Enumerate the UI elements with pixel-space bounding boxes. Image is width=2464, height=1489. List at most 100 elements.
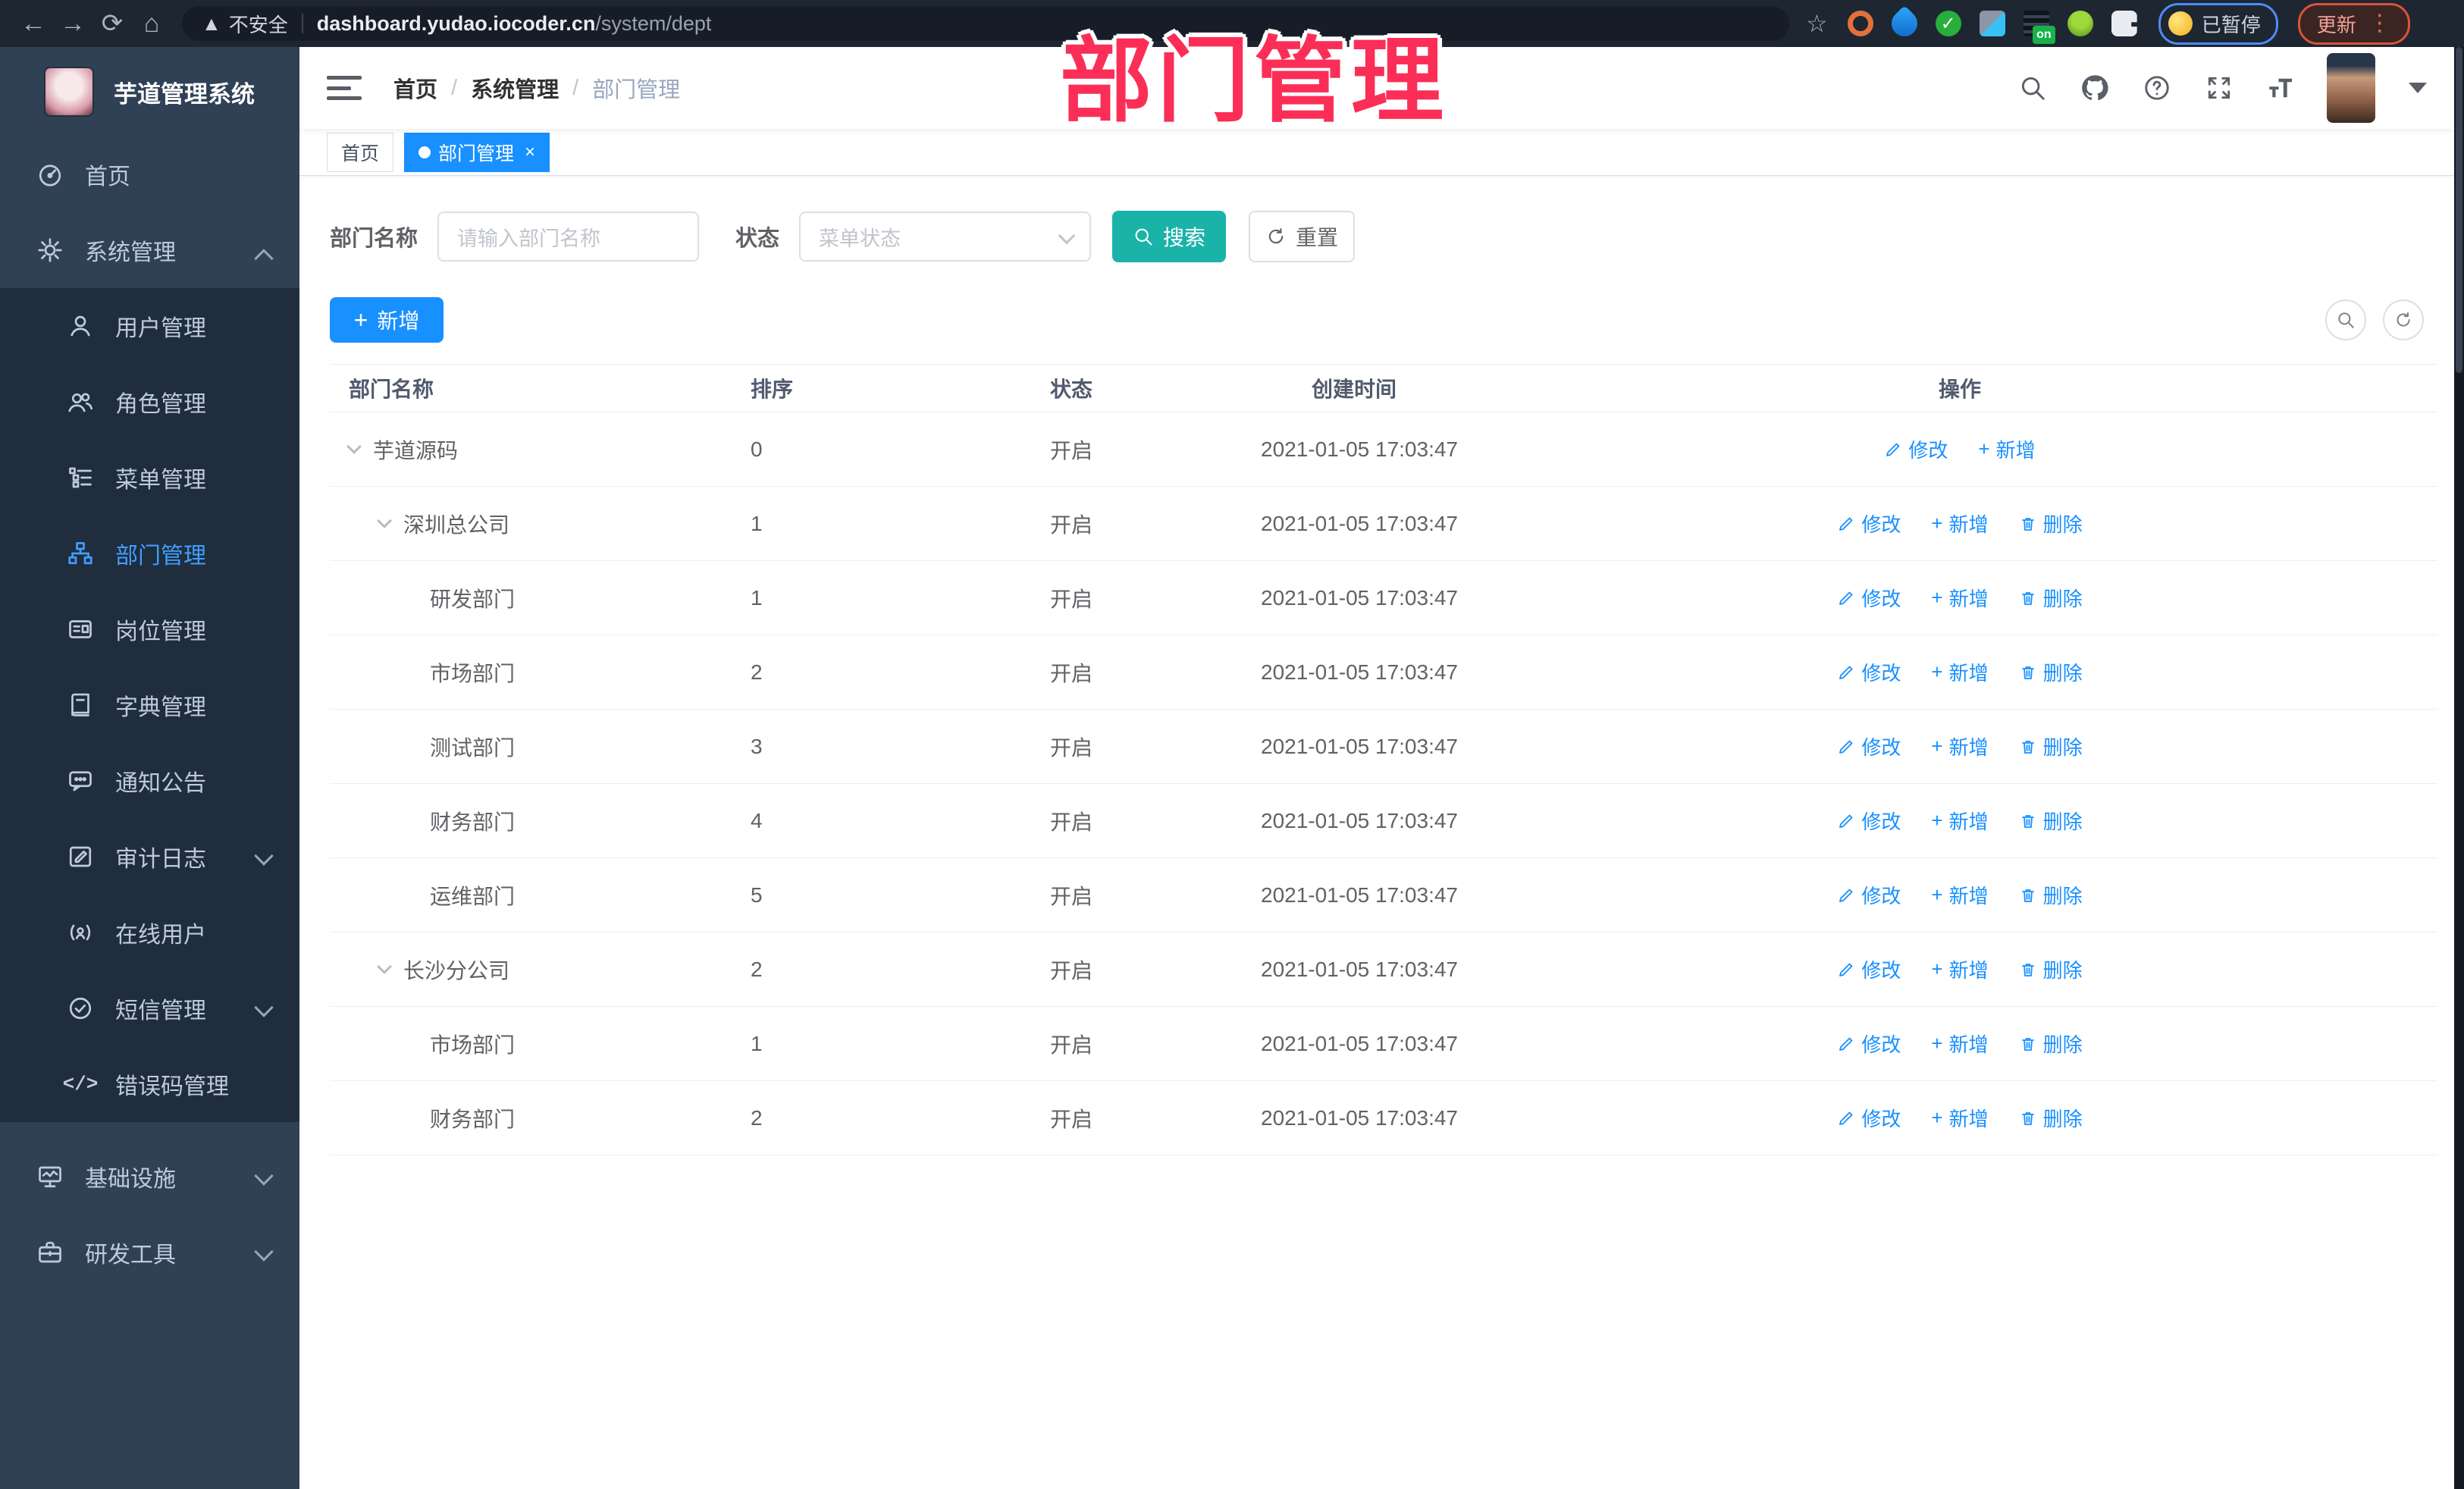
delete-link[interactable]: 删除 [2019, 1104, 2083, 1132]
search-icon[interactable] [2016, 71, 2049, 105]
expand-arrow-icon[interactable] [346, 438, 362, 454]
delete-link[interactable]: 删除 [2019, 881, 2083, 909]
bookmark-star-icon[interactable]: ☆ [1806, 9, 1828, 38]
breadcrumb-home[interactable]: 首页 [393, 72, 437, 104]
delete-link[interactable]: 删除 [2019, 732, 2083, 760]
dashboard-icon [35, 159, 65, 190]
extensions-puzzle-icon[interactable] [2111, 11, 2137, 36]
delete-link[interactable]: 删除 [2019, 658, 2083, 686]
scrollbar-thumb[interactable] [2456, 47, 2462, 373]
edit-link[interactable]: 修改 [1837, 584, 1901, 612]
browser-update-button[interactable]: 更新 ⋮ [2297, 2, 2410, 45]
browser-scrollbar[interactable] [2454, 47, 2464, 1489]
sidebar-collapse-icon[interactable] [327, 73, 362, 103]
user-menu-caret-icon[interactable] [2409, 83, 2427, 93]
extension-check-icon[interactable]: ✓ [1935, 11, 1961, 36]
edit-link[interactable]: 修改 [1837, 732, 1901, 760]
browser-forward-button[interactable]: → [53, 6, 92, 41]
annotation-title: 部门管理 [1060, 30, 1448, 133]
add-link[interactable]: + 新增 [1931, 881, 1988, 909]
extension-drop-icon[interactable] [1886, 5, 1923, 42]
edit-link[interactable]: 修改 [1837, 1104, 1901, 1132]
sidebar-item-role-management[interactable]: 角色管理 [0, 364, 299, 440]
dept-status: 开启 [1050, 735, 1093, 760]
sidebar-item-audit-log[interactable]: 审计日志 [0, 819, 299, 895]
delete-link[interactable]: 删除 [2019, 1030, 2083, 1058]
refresh-button[interactable] [2383, 299, 2424, 340]
address-bar[interactable]: ▲ 不安全 dashboard.yudao.iocoder.cn/system/d… [182, 6, 1789, 41]
github-icon[interactable] [2078, 71, 2111, 105]
sidebar-item-error-code[interactable]: </> 错误码管理 [0, 1046, 299, 1122]
breadcrumb-system[interactable]: 系统管理 [471, 72, 559, 104]
sidebar-item-home[interactable]: 首页 [0, 136, 299, 212]
expand-arrow-icon[interactable] [377, 958, 392, 974]
edit-link[interactable]: 修改 [1837, 881, 1901, 909]
delete-link[interactable]: 删除 [2019, 807, 2083, 835]
add-link[interactable]: + 新增 [1931, 509, 1988, 538]
sidebar-item-dict-management[interactable]: 字典管理 [0, 667, 299, 743]
extension-ring-icon[interactable] [1847, 11, 1873, 36]
sidebar-item-dev-tools[interactable]: 研发工具 [0, 1215, 299, 1290]
url-path: /system/dept [595, 11, 712, 35]
browser-home-button[interactable]: ⌂ [132, 6, 171, 41]
edit-link[interactable]: 修改 [1837, 658, 1901, 686]
toggle-search-button[interactable] [2325, 299, 2366, 340]
add-link[interactable]: + 新增 [1931, 658, 1988, 686]
tag-dept-management[interactable]: 部门管理 × [404, 132, 550, 172]
security-badge[interactable]: ▲ 不安全 [202, 10, 288, 38]
sidebar-item-dept-management[interactable]: 部门管理 [0, 516, 299, 591]
app-logo-row[interactable]: 芋道管理系统 [0, 47, 299, 136]
plus-icon: + [1931, 809, 1943, 832]
add-link[interactable]: + 新增 [1931, 807, 1988, 835]
dept-name-input[interactable]: 请输入部门名称 [437, 212, 700, 262]
sidebar-item-system-management[interactable]: 系统管理 [0, 212, 299, 288]
sidebar-item-notice[interactable]: 通知公告 [0, 743, 299, 819]
edit-link[interactable]: 修改 [1884, 435, 1948, 463]
fullscreen-icon[interactable] [2202, 71, 2236, 105]
edit-link[interactable]: 修改 [1837, 509, 1901, 538]
font-size-icon[interactable] [2265, 71, 2298, 105]
edit-link[interactable]: 修改 [1837, 955, 1901, 983]
plus-icon: + [1931, 883, 1943, 906]
org-tree-icon [65, 538, 96, 569]
tag-home[interactable]: 首页 [327, 132, 394, 172]
sidebar-item-post-management[interactable]: 岗位管理 [0, 591, 299, 667]
edit-link[interactable]: 修改 [1837, 807, 1901, 835]
dept-sort: 2 [751, 957, 763, 981]
sidebar-item-online-users[interactable]: 在线用户 [0, 895, 299, 970]
paused-badge[interactable]: 已暂停 [2158, 2, 2278, 45]
sidebar-item-sms-management[interactable]: 短信管理 [0, 970, 299, 1046]
sidebar-item-infrastructure[interactable]: 基础设施 [0, 1139, 299, 1215]
reset-button[interactable]: 重置 [1249, 211, 1356, 262]
table-row: 市场部门 2 开启 2021-01-05 17:03:47 修改 + 新增 删除 [330, 635, 2437, 710]
browser-back-button[interactable]: ← [14, 6, 53, 41]
add-link[interactable]: + 新增 [1931, 1104, 1988, 1132]
add-link[interactable]: + 新增 [1931, 732, 1988, 760]
status-select[interactable]: 菜单状态 [799, 212, 1092, 262]
table-row: 研发部门 1 开启 2021-01-05 17:03:47 修改 + 新增 删除 [330, 561, 2437, 635]
extension-grid-icon[interactable] [1979, 11, 2005, 36]
user-icon [65, 311, 96, 341]
sidebar-item-user-management[interactable]: 用户管理 [0, 288, 299, 364]
delete-link[interactable]: 删除 [2019, 584, 2083, 612]
add-button[interactable]: + 新增 [330, 297, 444, 343]
extension-switch-icon[interactable]: on [2023, 11, 2055, 44]
search-button[interactable]: 搜索 [1112, 211, 1227, 262]
help-icon[interactable] [2140, 71, 2174, 105]
extension-plant-icon[interactable] [2067, 11, 2093, 36]
user-avatar[interactable] [2327, 53, 2375, 123]
add-link[interactable]: + 新增 [1931, 584, 1988, 612]
sidebar-item-menu-management[interactable]: 菜单管理 [0, 440, 299, 516]
add-link[interactable]: + 新增 [1931, 1030, 1988, 1058]
close-tag-icon[interactable]: × [525, 142, 535, 163]
browser-reload-button[interactable]: ⟳ [92, 6, 132, 41]
address-divider [301, 14, 303, 33]
delete-link[interactable]: 删除 [2019, 955, 2083, 983]
browser-menu-kebab-icon[interactable]: ⋮ [2368, 12, 2391, 35]
expand-arrow-icon[interactable] [377, 513, 392, 528]
add-link[interactable]: + 新增 [1978, 435, 2035, 463]
sidebar-submenu-system: 用户管理 角色管理 菜单管理 部门管理 岗位管理 字典管理 通知公告 审计日志 … [0, 288, 299, 1122]
delete-link[interactable]: 删除 [2019, 509, 2083, 538]
add-link[interactable]: + 新增 [1931, 955, 1988, 983]
edit-link[interactable]: 修改 [1837, 1030, 1901, 1058]
